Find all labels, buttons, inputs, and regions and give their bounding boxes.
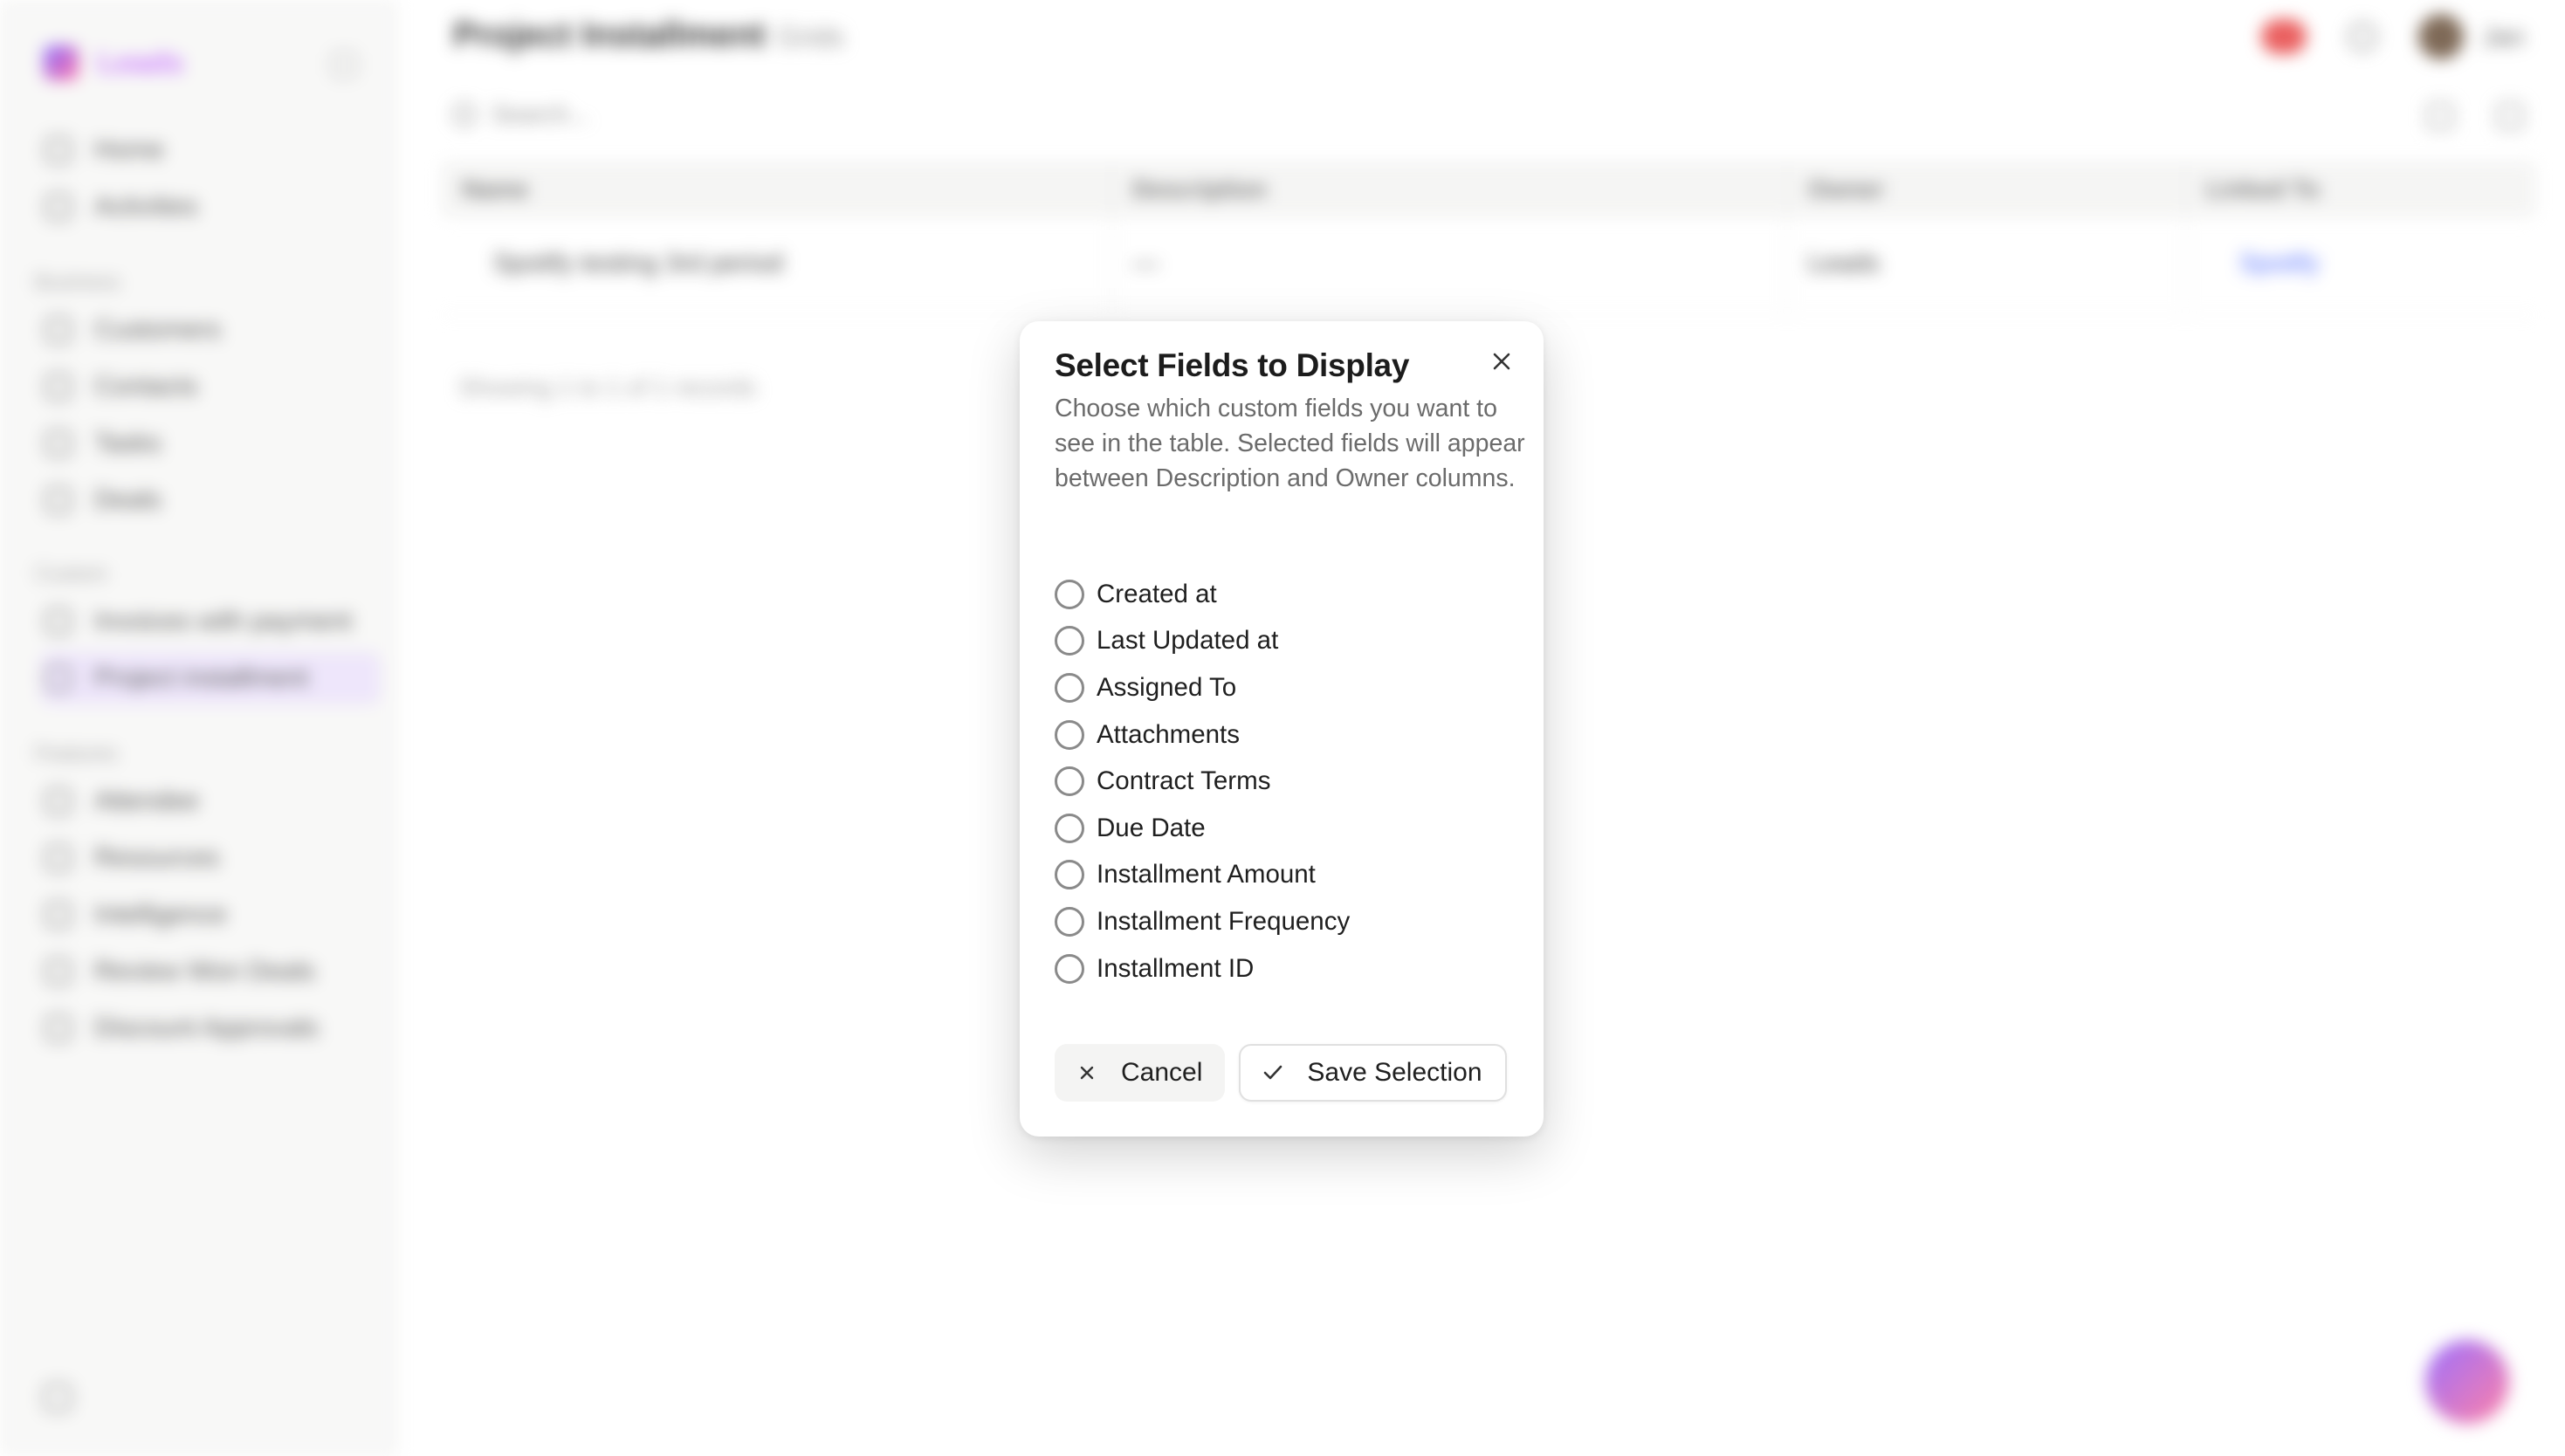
field-option-installment-frequency[interactable]: Installment Frequency: [1055, 898, 1526, 945]
dialog-title: Select Fields to Display: [1055, 347, 1410, 383]
check-icon: [1262, 1061, 1284, 1084]
field-label: Created at: [1097, 579, 1217, 608]
close-button[interactable]: [1486, 346, 1517, 377]
field-label: Installment Frequency: [1097, 906, 1351, 936]
radio-button[interactable]: [1055, 906, 1084, 937]
field-option-installment-id[interactable]: Installment ID: [1055, 945, 1526, 992]
save-button-label: Save Selection: [1307, 1058, 1482, 1087]
field-label: Attachments: [1097, 719, 1240, 749]
field-option-last-updated-at[interactable]: Last Updated at: [1055, 618, 1526, 665]
field-option-created-at[interactable]: Created at: [1055, 571, 1526, 618]
field-label: Due Date: [1097, 813, 1206, 842]
select-fields-dialog: Select Fields to Display Choose which cu…: [1020, 321, 1544, 1137]
save-selection-button[interactable]: Save Selection: [1239, 1044, 1507, 1102]
field-option-due-date[interactable]: Due Date: [1055, 805, 1526, 852]
field-option-installment-amount[interactable]: Installment Amount: [1055, 852, 1526, 899]
dialog-actions: Cancel Save Selection: [1055, 1044, 1507, 1102]
field-label: Assigned To: [1097, 672, 1237, 702]
field-label: Installment Amount: [1097, 860, 1316, 889]
cancel-button-label: Cancel: [1121, 1058, 1203, 1087]
dialog-description: Choose which custom fields you want to s…: [1055, 395, 1525, 492]
radio-button[interactable]: [1055, 860, 1084, 890]
field-option-assigned-to[interactable]: Assigned To: [1055, 664, 1526, 711]
radio-button[interactable]: [1055, 766, 1084, 797]
field-label: Contract Terms: [1097, 766, 1271, 796]
close-icon: [1493, 353, 1510, 370]
radio-button[interactable]: [1055, 953, 1084, 984]
field-option-attachments[interactable]: Attachments: [1055, 711, 1526, 759]
radio-button[interactable]: [1055, 579, 1084, 609]
field-list: Created at Last Updated at Assigned To A…: [1055, 571, 1526, 992]
radio-button[interactable]: [1055, 672, 1084, 703]
radio-button[interactable]: [1055, 626, 1084, 656]
field-option-contract-terms[interactable]: Contract Terms: [1055, 758, 1526, 805]
field-label: Last Updated at: [1097, 626, 1279, 656]
radio-button[interactable]: [1055, 719, 1084, 750]
cancel-button[interactable]: Cancel: [1055, 1044, 1226, 1102]
field-label: Installment ID: [1097, 953, 1255, 983]
radio-button[interactable]: [1055, 813, 1084, 843]
x-icon: [1076, 1061, 1098, 1084]
